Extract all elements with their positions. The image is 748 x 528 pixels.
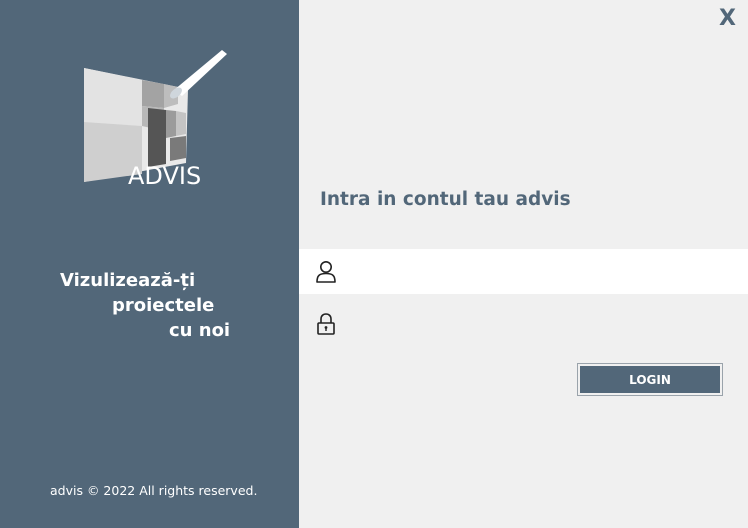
login-button[interactable]: LOGIN (580, 366, 720, 393)
password-field[interactable] (299, 301, 748, 346)
password-input[interactable] (349, 309, 729, 339)
tagline-line-1: Vizulizează-ți (60, 270, 196, 291)
login-button-frame: LOGIN (577, 363, 723, 396)
username-input[interactable] (349, 257, 729, 287)
login-heading: Intra in contul tau advis (320, 189, 571, 210)
logo-wordmark: ADVIS (128, 162, 202, 190)
user-icon (315, 260, 337, 284)
branding-panel: ADVIS Vizulizează-ți proiectele cu noi a… (0, 0, 299, 528)
close-button[interactable]: X (719, 6, 736, 32)
tagline-line-2: proiectele (112, 295, 215, 316)
advis-logo: ADVIS (82, 46, 230, 192)
copyright-text: advis © 2022 All rights reserved. (50, 483, 258, 498)
lock-icon (315, 312, 337, 336)
tagline-line-3: cu noi (169, 320, 231, 341)
username-field[interactable] (299, 249, 748, 294)
